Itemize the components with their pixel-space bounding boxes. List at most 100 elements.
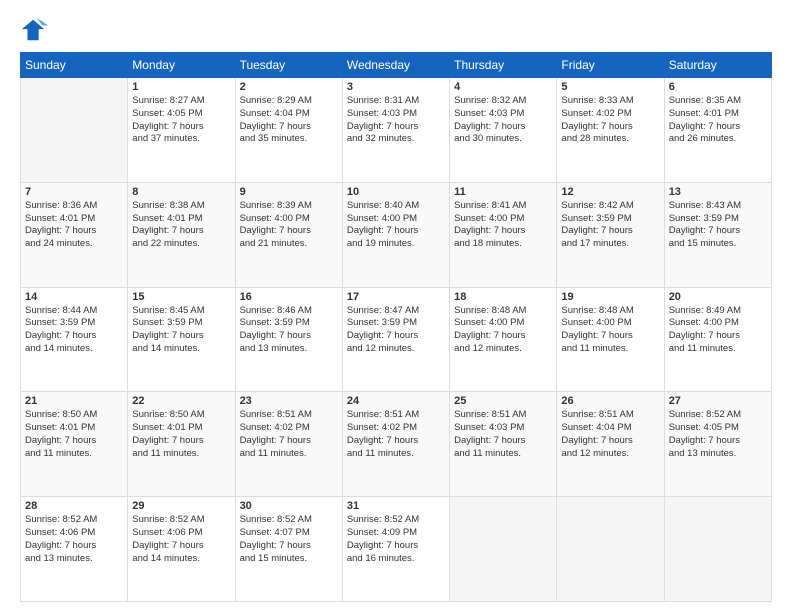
calendar-cell: 11 Sunrise: 8:41 AM Sunset: 4:00 PM Dayli…: [450, 182, 557, 287]
weekday-header-friday: Friday: [557, 53, 664, 78]
day-number: 11: [454, 186, 552, 198]
calendar-cell: 31Sunrise: 8:52 AM Sunset: 4:09 PM Dayli…: [342, 497, 449, 602]
day-number: 24: [347, 395, 445, 407]
header: [20, 16, 772, 44]
day-info: Sunrise: 8:40 AM Sunset: 4:00 PM Dayligh…: [347, 200, 445, 251]
calendar-cell: 26 Sunrise: 8:51 AM Sunset: 4:04 PM Dayli…: [557, 392, 664, 497]
day-number: 12: [561, 186, 659, 198]
calendar-cell: 1 Sunrise: 8:27 AM Sunset: 4:05 PM Daylig…: [128, 78, 235, 183]
day-info: Sunrise: 8:32 AM Sunset: 4:03 PM Dayligh…: [454, 95, 552, 146]
calendar-cell: 8 Sunrise: 8:38 AM Sunset: 4:01 PM Daylig…: [128, 182, 235, 287]
day-info: Sunrise: 8:51 AM Sunset: 4:02 PM Dayligh…: [347, 409, 445, 460]
day-number: 4: [454, 81, 552, 93]
calendar-cell: 4 Sunrise: 8:32 AM Sunset: 4:03 PM Daylig…: [450, 78, 557, 183]
day-info: Sunrise: 8:50 AM Sunset: 4:01 PM Dayligh…: [132, 409, 230, 460]
day-info: Sunrise: 8:29 AM Sunset: 4:04 PM Dayligh…: [240, 95, 338, 146]
calendar-week-5: 28 Sunrise: 8:52 AM Sunset: 4:06 PM Dayli…: [21, 497, 772, 602]
day-info: Sunrise: 8:44 AM Sunset: 3:59 PM Dayligh…: [25, 305, 123, 356]
calendar-cell: 27Sunrise: 8:52 AM Sunset: 4:05 PM Dayli…: [664, 392, 771, 497]
logo: [20, 16, 52, 44]
calendar-cell: 30Sunrise: 8:52 AM Sunset: 4:07 PM Dayli…: [235, 497, 342, 602]
calendar-table: SundayMondayTuesdayWednesdayThursdayFrid…: [20, 52, 772, 602]
calendar-cell: 16 Sunrise: 8:46 AM Sunset: 3:59 PM Dayli…: [235, 287, 342, 392]
calendar-cell: [557, 497, 664, 602]
calendar-cell: 28Sunrise: 8:52 AM Sunset: 4:06 PM Dayli…: [21, 497, 128, 602]
day-info: Sunrise: 8:52 AM Sunset: 4:06 PM Dayligh…: [132, 514, 230, 565]
day-info: Sunrise: 8:47 AM Sunset: 3:59 PM Dayligh…: [347, 305, 445, 356]
calendar-cell: 12 Sunrise: 8:42 AM Sunset: 3:59 PM Dayli…: [557, 182, 664, 287]
day-number: 1: [132, 81, 230, 93]
day-number: 7: [25, 186, 123, 198]
day-info: Sunrise: 8:38 AM Sunset: 4:01 PM Dayligh…: [132, 200, 230, 251]
day-info: Sunrise: 8:51 AM Sunset: 4:03 PM Dayligh…: [454, 409, 552, 460]
day-number: 31: [347, 500, 445, 512]
weekday-header-saturday: Saturday: [664, 53, 771, 78]
calendar-cell: 18 Sunrise: 8:48 AM Sunset: 4:00 PM Dayli…: [450, 287, 557, 392]
day-number: 21: [25, 395, 123, 407]
day-number: 9: [240, 186, 338, 198]
calendar-cell: 25 Sunrise: 8:51 AM Sunset: 4:03 PM Dayli…: [450, 392, 557, 497]
calendar-cell: 14 Sunrise: 8:44 AM Sunset: 3:59 PM Dayli…: [21, 287, 128, 392]
day-info: Sunrise: 8:49 AM Sunset: 4:00 PM Dayligh…: [669, 305, 767, 356]
day-number: 17: [347, 291, 445, 303]
day-info: Sunrise: 8:46 AM Sunset: 3:59 PM Dayligh…: [240, 305, 338, 356]
day-info: Sunrise: 8:36 AM Sunset: 4:01 PM Dayligh…: [25, 200, 123, 251]
day-info: Sunrise: 8:27 AM Sunset: 4:05 PM Dayligh…: [132, 95, 230, 146]
day-number: 22: [132, 395, 230, 407]
day-number: 13: [669, 186, 767, 198]
day-number: 23: [240, 395, 338, 407]
calendar-week-2: 7 Sunrise: 8:36 AM Sunset: 4:01 PM Daylig…: [21, 182, 772, 287]
weekday-header-monday: Monday: [128, 53, 235, 78]
calendar-cell: [21, 78, 128, 183]
calendar-cell: 2 Sunrise: 8:29 AM Sunset: 4:04 PM Daylig…: [235, 78, 342, 183]
calendar-cell: 3Sunrise: 8:31 AM Sunset: 4:03 PM Daylig…: [342, 78, 449, 183]
day-info: Sunrise: 8:33 AM Sunset: 4:02 PM Dayligh…: [561, 95, 659, 146]
calendar-cell: 19Sunrise: 8:48 AM Sunset: 4:00 PM Dayli…: [557, 287, 664, 392]
calendar-week-3: 14 Sunrise: 8:44 AM Sunset: 3:59 PM Dayli…: [21, 287, 772, 392]
day-info: Sunrise: 8:41 AM Sunset: 4:00 PM Dayligh…: [454, 200, 552, 251]
day-number: 8: [132, 186, 230, 198]
calendar-cell: 15 Sunrise: 8:45 AM Sunset: 3:59 PM Dayli…: [128, 287, 235, 392]
day-info: Sunrise: 8:35 AM Sunset: 4:01 PM Dayligh…: [669, 95, 767, 146]
calendar-cell: 7 Sunrise: 8:36 AM Sunset: 4:01 PM Daylig…: [21, 182, 128, 287]
day-number: 14: [25, 291, 123, 303]
day-number: 2: [240, 81, 338, 93]
page: SundayMondayTuesdayWednesdayThursdayFrid…: [0, 0, 792, 612]
day-number: 16: [240, 291, 338, 303]
calendar-cell: 17 Sunrise: 8:47 AM Sunset: 3:59 PM Dayli…: [342, 287, 449, 392]
calendar-week-4: 21 Sunrise: 8:50 AM Sunset: 4:01 PM Dayli…: [21, 392, 772, 497]
calendar-cell: 5 Sunrise: 8:33 AM Sunset: 4:02 PM Daylig…: [557, 78, 664, 183]
day-info: Sunrise: 8:43 AM Sunset: 3:59 PM Dayligh…: [669, 200, 767, 251]
calendar-cell: 10Sunrise: 8:40 AM Sunset: 4:00 PM Dayli…: [342, 182, 449, 287]
weekday-header-tuesday: Tuesday: [235, 53, 342, 78]
day-info: Sunrise: 8:48 AM Sunset: 4:00 PM Dayligh…: [454, 305, 552, 356]
day-number: 28: [25, 500, 123, 512]
day-info: Sunrise: 8:52 AM Sunset: 4:05 PM Dayligh…: [669, 409, 767, 460]
weekday-header-sunday: Sunday: [21, 53, 128, 78]
day-info: Sunrise: 8:50 AM Sunset: 4:01 PM Dayligh…: [25, 409, 123, 460]
weekday-header-wednesday: Wednesday: [342, 53, 449, 78]
day-info: Sunrise: 8:51 AM Sunset: 4:02 PM Dayligh…: [240, 409, 338, 460]
calendar-cell: 22 Sunrise: 8:50 AM Sunset: 4:01 PM Dayli…: [128, 392, 235, 497]
logo-icon: [20, 16, 48, 44]
calendar-cell: 23 Sunrise: 8:51 AM Sunset: 4:02 PM Dayli…: [235, 392, 342, 497]
day-number: 5: [561, 81, 659, 93]
day-info: Sunrise: 8:31 AM Sunset: 4:03 PM Dayligh…: [347, 95, 445, 146]
calendar-cell: 24 Sunrise: 8:51 AM Sunset: 4:02 PM Dayli…: [342, 392, 449, 497]
weekday-header-thursday: Thursday: [450, 53, 557, 78]
day-number: 25: [454, 395, 552, 407]
day-info: Sunrise: 8:45 AM Sunset: 3:59 PM Dayligh…: [132, 305, 230, 356]
day-number: 26: [561, 395, 659, 407]
day-number: 15: [132, 291, 230, 303]
calendar-cell: 20 Sunrise: 8:49 AM Sunset: 4:00 PM Dayli…: [664, 287, 771, 392]
day-info: Sunrise: 8:51 AM Sunset: 4:04 PM Dayligh…: [561, 409, 659, 460]
calendar-cell: 9Sunrise: 8:39 AM Sunset: 4:00 PM Daylig…: [235, 182, 342, 287]
calendar-cell: 13 Sunrise: 8:43 AM Sunset: 3:59 PM Dayli…: [664, 182, 771, 287]
calendar-cell: 6Sunrise: 8:35 AM Sunset: 4:01 PM Daylig…: [664, 78, 771, 183]
day-info: Sunrise: 8:42 AM Sunset: 3:59 PM Dayligh…: [561, 200, 659, 251]
day-number: 29: [132, 500, 230, 512]
calendar-week-1: 1 Sunrise: 8:27 AM Sunset: 4:05 PM Daylig…: [21, 78, 772, 183]
day-number: 20: [669, 291, 767, 303]
day-number: 19: [561, 291, 659, 303]
day-number: 18: [454, 291, 552, 303]
